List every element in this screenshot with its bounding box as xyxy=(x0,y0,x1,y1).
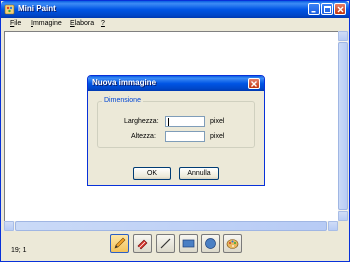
close-icon xyxy=(337,6,344,13)
rectangle-tool-button[interactable] xyxy=(179,234,198,253)
eraser-tool-button[interactable] xyxy=(133,234,152,253)
menu-help-mnemonic: ? xyxy=(101,20,105,27)
palette-tool-button[interactable] xyxy=(223,234,242,253)
vertical-scrollbar[interactable] xyxy=(338,31,348,221)
width-unit: pixel xyxy=(210,118,225,125)
scroll-down-button[interactable] xyxy=(338,211,348,221)
palette-icon xyxy=(226,239,239,249)
title-bar[interactable]: Mini Paint xyxy=(1,1,349,18)
line-tool-button[interactable] xyxy=(156,234,175,253)
width-label: Larghezza: xyxy=(124,118,159,125)
width-input[interactable] xyxy=(165,116,205,127)
height-unit: pixel xyxy=(210,133,225,140)
eraser-icon xyxy=(137,239,148,250)
menu-elabora[interactable]: Elabora xyxy=(70,20,94,27)
menu-bar: File Immagine Elabora ? xyxy=(1,18,349,30)
menu-immagine-label: mmagine xyxy=(32,20,62,27)
cancel-button[interactable]: Annulla xyxy=(179,167,219,180)
height-input[interactable] xyxy=(165,131,205,142)
horizontal-scroll-thumb[interactable] xyxy=(15,221,327,231)
scroll-corner xyxy=(338,221,348,231)
vertical-scroll-thumb[interactable] xyxy=(338,42,348,210)
window-title: Mini Paint xyxy=(18,4,56,13)
new-image-dialog: Nuova immagine Dimensione Larghezza: pix… xyxy=(87,75,265,186)
circle-icon xyxy=(205,238,216,249)
scroll-up-button[interactable] xyxy=(338,31,348,41)
pencil-tool-button[interactable] xyxy=(110,234,129,253)
menu-file-label: ile xyxy=(14,20,22,27)
menu-file[interactable]: File xyxy=(10,20,21,27)
horizontal-scrollbar[interactable] xyxy=(4,221,338,231)
pencil-icon xyxy=(114,237,126,249)
paint-app-icon xyxy=(4,4,15,15)
status-coordinates: 19; 1 xyxy=(11,247,27,254)
line-icon xyxy=(160,238,171,249)
dialog-title-bar[interactable]: Nuova immagine xyxy=(88,76,264,91)
scroll-left-button[interactable] xyxy=(4,221,14,231)
ok-button[interactable]: OK xyxy=(133,167,171,180)
text-caret xyxy=(168,118,169,126)
maximize-icon xyxy=(324,6,331,13)
menu-help[interactable]: ? xyxy=(101,20,105,27)
minimize-button[interactable] xyxy=(308,3,320,15)
dialog-close-button[interactable] xyxy=(248,78,260,89)
rectangle-icon xyxy=(182,239,195,248)
maximize-button[interactable] xyxy=(321,3,333,15)
scroll-right-button[interactable] xyxy=(328,221,338,231)
close-button[interactable] xyxy=(334,3,346,15)
dimension-group-label: Dimensione xyxy=(102,97,143,104)
circle-tool-button[interactable] xyxy=(201,234,220,253)
menu-elabora-label: labora xyxy=(74,20,95,27)
close-icon xyxy=(251,81,257,87)
main-window: Mini Paint File Immagine Elabora ? 19; 1 xyxy=(0,0,350,262)
dialog-title: Nuova immagine xyxy=(92,78,157,87)
menu-immagine[interactable]: Immagine xyxy=(31,20,62,27)
height-label: Altezza: xyxy=(131,133,156,140)
minimize-icon xyxy=(311,11,316,13)
